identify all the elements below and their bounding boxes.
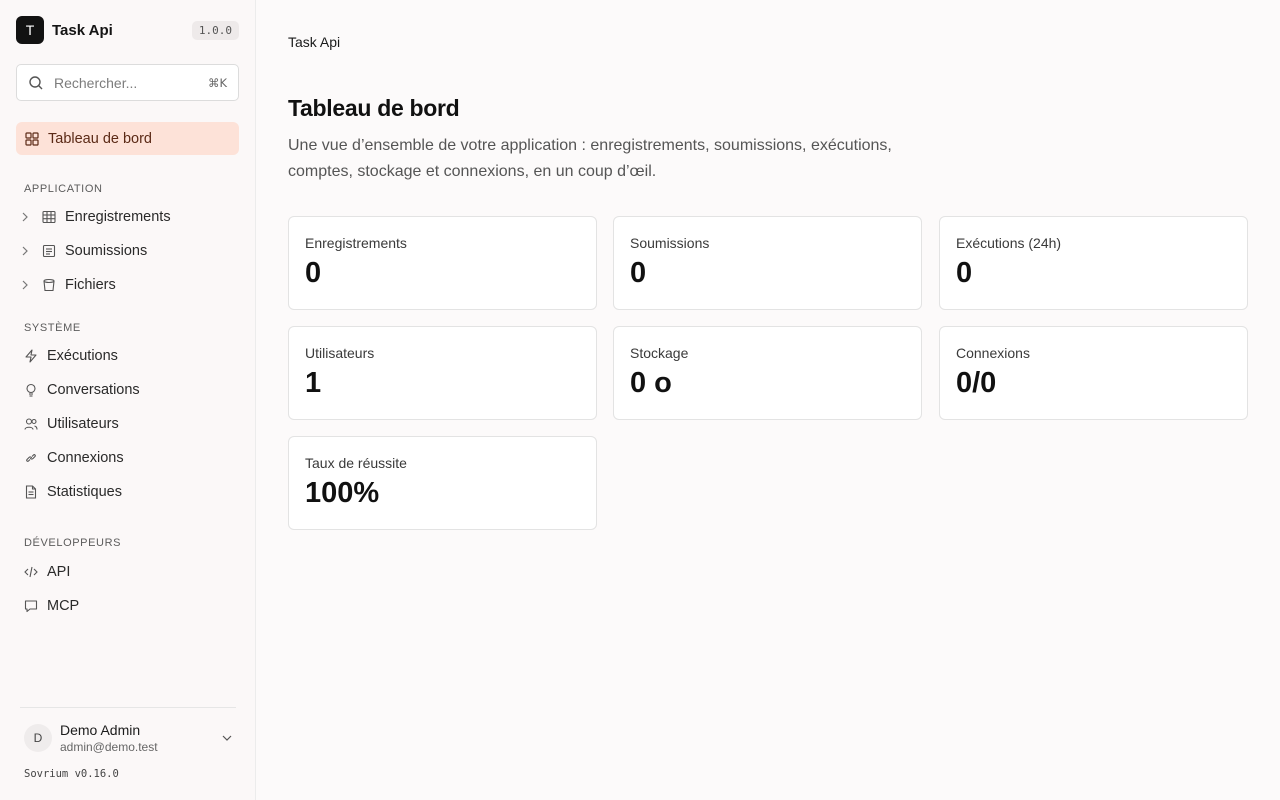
- page-title: Tableau de bord: [288, 95, 460, 121]
- stat-card-value: 0: [956, 257, 973, 289]
- bulb-icon: [24, 383, 38, 397]
- breadcrumb[interactable]: Task Api: [288, 34, 340, 50]
- footer-version: Sovrium v0.16.0: [24, 768, 119, 780]
- section-title-application: APPLICATION: [24, 183, 103, 195]
- stat-card-stockage: Stockage 0 o: [613, 326, 922, 420]
- chat-icon: [24, 599, 38, 613]
- sidebar: T Task Api 1.0.0 Rechercher... ⌘K Tablea…: [0, 0, 256, 800]
- stat-card-label: Soumissions: [630, 235, 710, 251]
- sidebar-item-label: API: [47, 564, 71, 580]
- brand: T Task Api 1.0.0: [16, 16, 239, 44]
- sidebar-item-soumissions[interactable]: Soumissions: [16, 236, 239, 266]
- sidebar-item-label: Statistiques: [47, 484, 122, 500]
- stat-card-utilisateurs: Utilisateurs 1: [288, 326, 597, 420]
- stat-card-enregistrements: Enregistrements 0: [288, 216, 597, 310]
- sidebar-item-dashboard[interactable]: Tableau de bord: [16, 122, 239, 155]
- search-icon: [28, 75, 44, 91]
- stat-card-label: Taux de réussite: [305, 455, 407, 471]
- stat-card-label: Stockage: [630, 345, 689, 361]
- stat-card-value: 0: [630, 257, 647, 289]
- app-name: Task Api: [52, 21, 113, 39]
- stat-card-label: Exécutions (24h): [956, 235, 1062, 251]
- stat-card-executions: Exécutions (24h) 0: [939, 216, 1248, 310]
- page-description: Une vue d’ensemble de votre application …: [288, 137, 892, 180]
- sidebar-item-label: Connexions: [47, 450, 124, 466]
- stat-card-value: 0/0: [956, 367, 997, 399]
- stat-card-connexions: Connexions 0/0: [939, 326, 1248, 420]
- sidebar-item-label: MCP: [47, 598, 80, 614]
- chevron-down-icon[interactable]: [222, 735, 232, 741]
- search-shortcut: ⌘K: [207, 75, 227, 90]
- bucket-icon: [42, 278, 56, 292]
- sidebar-item-label: Tableau de bord: [48, 130, 152, 147]
- sidebar-item-statistiques[interactable]: Statistiques: [16, 477, 239, 507]
- chevron-right-icon[interactable]: [22, 280, 32, 290]
- sidebar-item-fichiers[interactable]: Fichiers: [16, 270, 239, 300]
- avatar: D: [24, 724, 52, 752]
- stat-card-value: 0: [305, 257, 322, 289]
- sidebar-item-label: Enregistrements: [65, 209, 171, 225]
- section-title-systeme: SYSTÈME: [24, 322, 81, 334]
- dashboard-grid-icon: [25, 131, 39, 146]
- user-email: admin@demo.test: [60, 739, 158, 754]
- stat-card-taux-de-reussite: Taux de réussite 100%: [288, 436, 597, 530]
- search-placeholder: Rechercher...: [54, 74, 138, 91]
- sidebar-item-conversations[interactable]: Conversations: [16, 375, 239, 405]
- sidebar-item-label: Conversations: [47, 382, 140, 398]
- sidebar-item-label: Utilisateurs: [47, 416, 119, 432]
- sidebar-item-label: Soumissions: [65, 243, 148, 259]
- stat-card-value: 1: [305, 367, 322, 399]
- search-input[interactable]: Rechercher... ⌘K: [16, 64, 239, 101]
- divider: [20, 707, 236, 708]
- users-icon: [24, 417, 38, 431]
- code-icon: [24, 565, 38, 579]
- section-title-developpeurs: DÉVELOPPEURS: [24, 537, 122, 549]
- user-menu[interactable]: D Demo Admin admin@demo.test: [20, 718, 236, 758]
- stat-card-label: Enregistrements: [305, 235, 407, 251]
- form-icon: [42, 244, 56, 258]
- sidebar-item-label: Fichiers: [65, 277, 116, 293]
- sidebar-item-mcp[interactable]: MCP: [16, 591, 239, 621]
- user-info: Demo Admin admin@demo.test: [60, 721, 158, 756]
- sidebar-item-utilisateurs[interactable]: Utilisateurs: [16, 409, 239, 439]
- version-badge: 1.0.0: [191, 20, 239, 40]
- table-icon: [42, 210, 56, 224]
- stat-card-soumissions: Soumissions 0: [613, 216, 922, 310]
- link-icon: [24, 451, 38, 465]
- stat-card-value: 0 o: [630, 367, 672, 399]
- document-icon: [24, 485, 38, 499]
- sidebar-item-label: Exécutions: [47, 348, 118, 364]
- sidebar-item-enregistrements[interactable]: Enregistrements: [16, 202, 239, 232]
- sidebar-item-api[interactable]: API: [16, 557, 239, 587]
- sidebar-item-connexions[interactable]: Connexions: [16, 443, 239, 473]
- chevron-right-icon[interactable]: [22, 212, 32, 222]
- user-name: Demo Admin: [60, 721, 141, 738]
- app-logo: T: [16, 16, 44, 44]
- stat-card-label: Utilisateurs: [305, 345, 375, 361]
- stat-card-value: 100%: [305, 477, 380, 509]
- sidebar-item-executions[interactable]: Exécutions: [16, 341, 239, 371]
- lightning-icon: [24, 349, 38, 363]
- chevron-right-icon[interactable]: [22, 246, 32, 256]
- stat-card-label: Connexions: [956, 345, 1030, 361]
